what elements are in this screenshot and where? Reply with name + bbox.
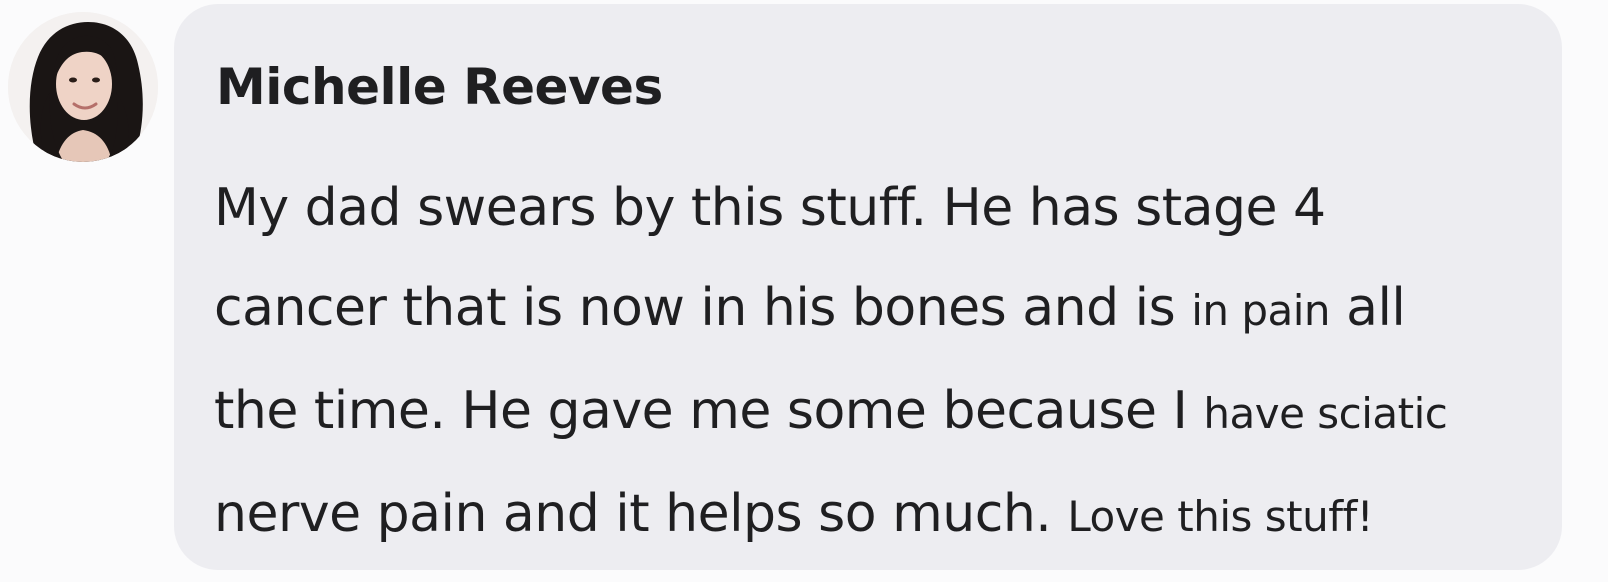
comment-text: My dad swears by this stuff. He has stag… [214, 158, 1534, 567]
comment: Michelle Reeves My dad swears by this st… [0, 0, 1608, 582]
comment-bubble: Michelle Reeves My dad swears by this st… [174, 4, 1562, 570]
avatar[interactable] [8, 12, 158, 162]
comment-line: nerve pain and it helps so much. Love th… [214, 464, 1534, 567]
comment-line: the time. He gave me some because I have… [214, 361, 1534, 464]
comment-line: My dad swears by this stuff. He has stag… [214, 158, 1534, 258]
text-run-small: Love this stuff! [1067, 492, 1374, 541]
text-run-small: in pain [1191, 286, 1331, 335]
text-run: nerve pain and it helps so much. [214, 484, 1068, 544]
profile-photo-icon [8, 12, 158, 162]
comment-line: cancer that is now in his bones and is i… [214, 258, 1534, 361]
author-name[interactable]: Michelle Reeves [216, 58, 663, 116]
text-run: My dad swears by this stuff. He has stag… [214, 178, 1326, 238]
text-run-small: have sciatic [1203, 389, 1448, 438]
text-run: all [1330, 278, 1406, 338]
text-run: the time. He gave me some because I [214, 381, 1204, 441]
text-run: cancer that is now in his bones and is [214, 278, 1192, 338]
